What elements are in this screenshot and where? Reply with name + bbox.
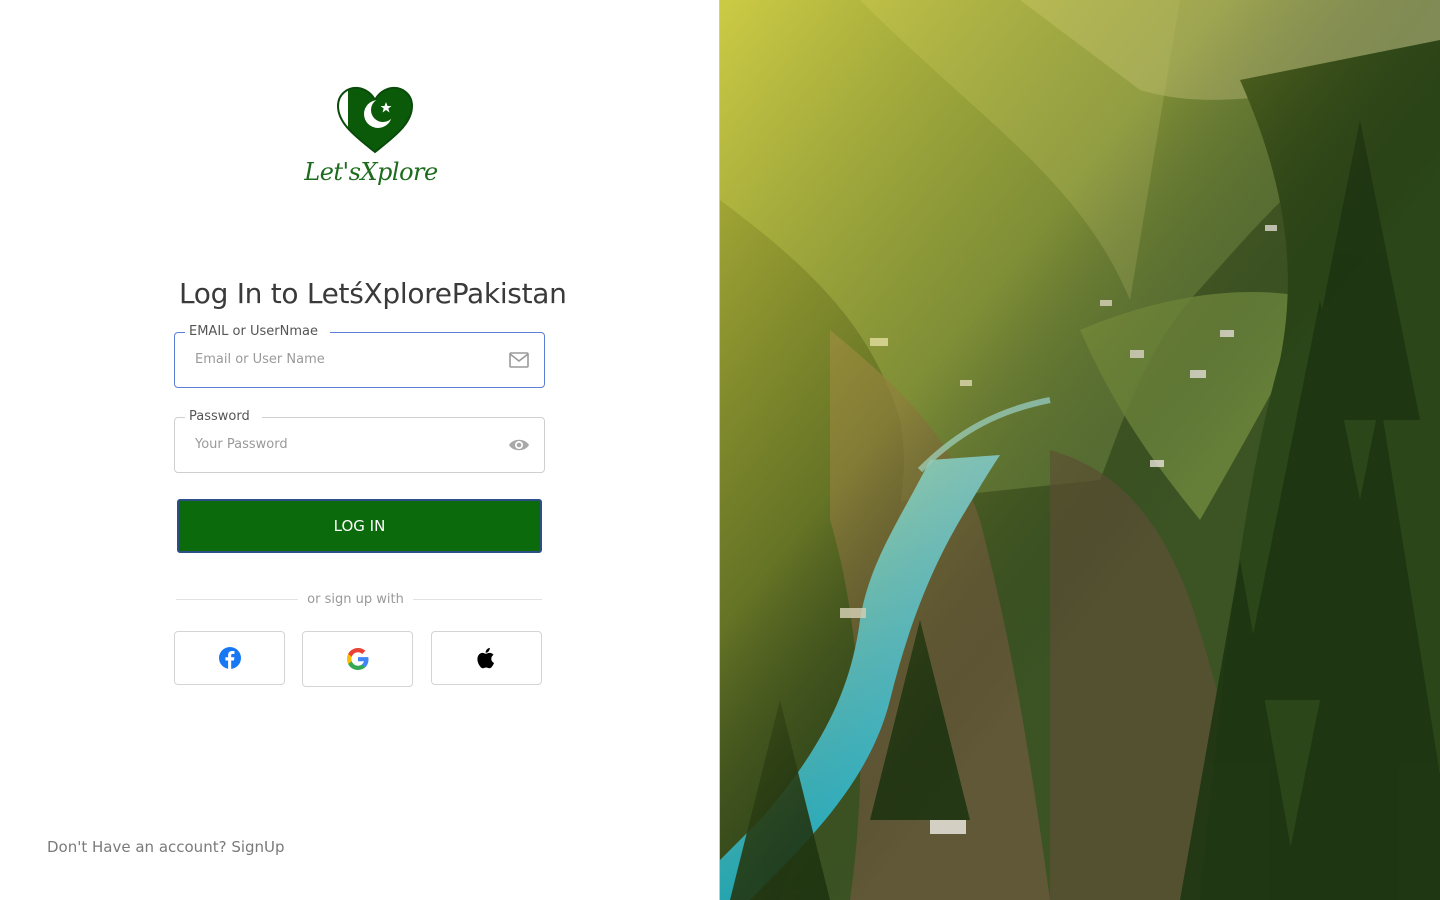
page-title: Log In to LetśXplorePakistan xyxy=(179,276,567,310)
signup-prompt: Don't Have an account? SignUp xyxy=(47,838,285,856)
password-field[interactable]: Password xyxy=(174,409,545,473)
email-field[interactable]: EMAIL or UserNmae xyxy=(174,324,545,388)
pakistan-heart-icon xyxy=(336,86,414,154)
apple-icon xyxy=(476,647,494,669)
email-input[interactable] xyxy=(193,351,487,368)
password-input[interactable] xyxy=(193,436,487,453)
login-panel: Let'sXplore Log In to LetśXplorePakistan… xyxy=(0,0,720,900)
google-signup-button[interactable] xyxy=(302,631,413,687)
mail-icon xyxy=(508,350,530,370)
eye-icon[interactable] xyxy=(508,435,530,455)
signup-prompt-text: Don't Have an account? xyxy=(47,838,227,856)
logo-wordmark: Let'sXplore xyxy=(304,158,438,186)
signup-link[interactable]: SignUp xyxy=(231,838,284,856)
divider-text: or sign up with xyxy=(307,592,404,607)
brand-logo: Let'sXplore xyxy=(300,82,442,204)
facebook-icon xyxy=(218,647,241,669)
landscape-photo xyxy=(720,0,1440,900)
apple-signup-button[interactable] xyxy=(431,631,542,685)
google-icon xyxy=(346,648,368,670)
facebook-signup-button[interactable] xyxy=(174,631,285,685)
login-button[interactable]: LOG IN xyxy=(177,499,542,553)
password-label: Password xyxy=(185,409,262,424)
valley-illustration xyxy=(720,0,1440,900)
divider-left xyxy=(176,599,298,600)
divider-right xyxy=(413,599,542,600)
email-label: EMAIL or UserNmae xyxy=(185,324,330,339)
